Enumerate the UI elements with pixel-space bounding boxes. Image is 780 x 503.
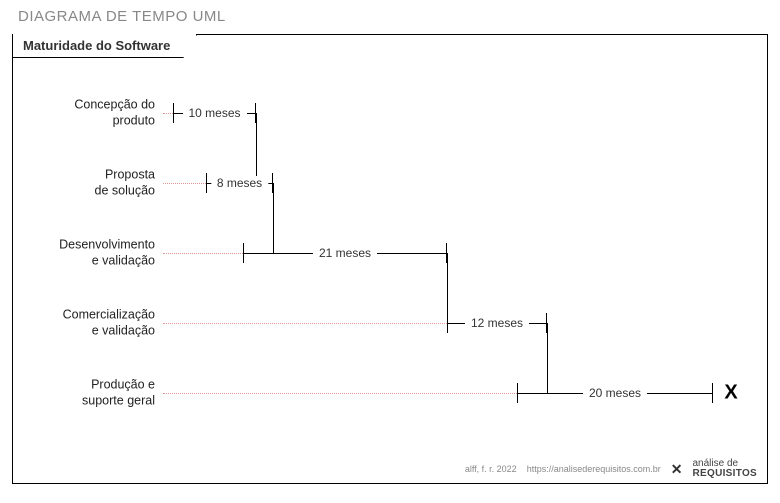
duration-label: 10 meses <box>182 106 246 120</box>
duration-bar: 12 meses <box>447 315 547 331</box>
diagram-frame: Maturidade do Software Concepção doprodu… <box>12 34 768 484</box>
row-concepcao: Concepção doproduto 10 meses <box>13 83 767 143</box>
row-desenvolvimento: Desenvolvimentoe validação 21 meses <box>13 223 767 283</box>
lifeline-dotted <box>163 183 206 184</box>
footer-url: https://analisederequisitos.com.br <box>527 464 661 474</box>
diagram-title: DIAGRAMA DE TEMPO UML <box>18 8 226 25</box>
row-label: Desenvolvimentoe validação <box>25 237 155 268</box>
duration-bar: 21 meses <box>243 245 447 261</box>
duration-label: 20 meses <box>583 386 647 400</box>
lifeline-dotted <box>163 323 447 324</box>
row-label: Comercializaçãoe validação <box>25 307 155 338</box>
duration-bar: 10 meses <box>173 105 256 121</box>
row-label: Propostade solução <box>25 167 155 198</box>
footer-credit: alff, f. r. 2022 <box>465 464 517 474</box>
brand-big: REQUISITOS <box>693 468 758 479</box>
row-label: Concepção doproduto <box>25 97 155 128</box>
duration-bar: 8 meses <box>206 175 273 191</box>
duration-label: 12 meses <box>465 316 529 330</box>
row-producao: Produção esuporte geral 20 meses X <box>13 363 767 423</box>
duration-bar: 20 meses <box>517 385 713 401</box>
row-comercializacao: Comercializaçãoe validação 12 meses <box>13 293 767 353</box>
termination-x-icon: X <box>724 382 737 405</box>
row-proposta: Propostade solução 8 meses <box>13 153 767 213</box>
row-label: Produção esuporte geral <box>25 377 155 408</box>
lifeline-dotted <box>163 253 243 254</box>
frame-tab: Maturidade do Software <box>12 34 197 58</box>
footer: alff, f. r. 2022 https://analisederequis… <box>465 459 757 479</box>
brand-glyph-icon: ✕ <box>671 461 683 478</box>
lifeline-dotted <box>163 393 517 394</box>
duration-label: 8 meses <box>211 176 268 190</box>
footer-brand: análise de REQUISITOS <box>693 459 758 479</box>
duration-label: 21 meses <box>313 246 377 260</box>
lifeline-dotted <box>163 113 173 114</box>
